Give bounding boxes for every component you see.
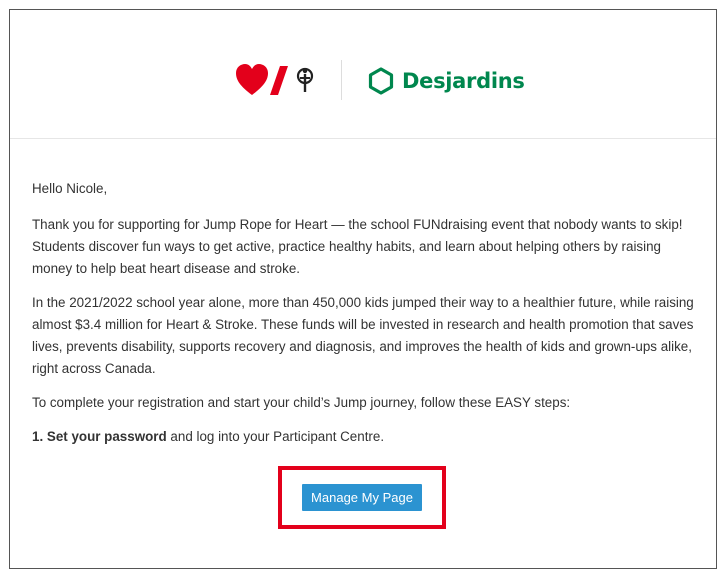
desjardins-hexagon-icon xyxy=(368,67,394,95)
email-header: Desjardins xyxy=(10,10,716,139)
email-body: Hello Nicole, Thank you for supporting f… xyxy=(32,178,704,460)
desjardins-wordmark: Desjardins xyxy=(402,69,525,93)
step-1-text: and log into your Participant Centre. xyxy=(166,429,385,444)
instructions-paragraph: To complete your registration and start … xyxy=(32,395,571,410)
impact-paragraph: In the 2021/2022 school year alone, more… xyxy=(32,295,694,376)
desjardins-logo: Desjardins xyxy=(368,64,525,98)
heart-and-stroke-logo xyxy=(236,64,314,95)
greeting: Hello Nicole, xyxy=(32,181,108,196)
step-1-title: 1. Set your password xyxy=(32,429,167,444)
logo-divider xyxy=(341,60,342,100)
step-1: 1. Set your password and log into your P… xyxy=(32,426,704,448)
manage-my-page-button[interactable]: Manage My Page xyxy=(302,484,422,511)
button-highlight-box: Manage My Page xyxy=(278,466,446,529)
intro-paragraph: Thank you for supporting for Jump Rope f… xyxy=(32,217,683,276)
